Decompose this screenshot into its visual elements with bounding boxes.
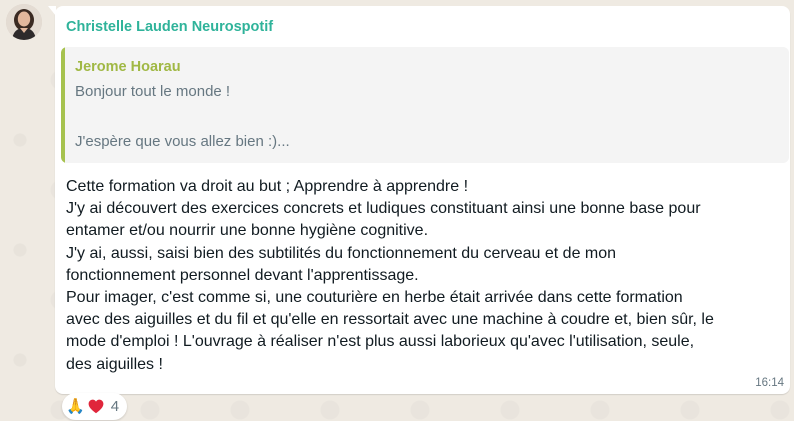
avatar[interactable] bbox=[6, 4, 42, 40]
quoted-message[interactable]: Jerome Hoarau Bonjour tout le monde ! J'… bbox=[61, 47, 789, 163]
message-line: Pour imager, c'est comme si, une couturi… bbox=[66, 289, 683, 307]
quote-bar bbox=[61, 47, 65, 163]
reactions-pill[interactable]: 🙏 4 bbox=[62, 393, 128, 420]
message-line: Cette formation va droit au but ; Appren… bbox=[66, 178, 469, 195]
quoted-author: Jerome Hoarau bbox=[75, 59, 181, 75]
quoted-text-line: Bonjour tout le monde ! bbox=[75, 83, 231, 100]
message-line: avec des aiguilles et du fil et qu'elle … bbox=[66, 311, 714, 329]
message-line: entamer et/ou nourrir une bonne hygiène … bbox=[66, 222, 429, 240]
sender-name[interactable]: Christelle Lauden Neurospotif bbox=[66, 19, 273, 35]
message-line: fonctionnement personnel devant l'appren… bbox=[66, 266, 419, 284]
message-line: mode d'emploi ! L'ouvrage à réaliser n'e… bbox=[66, 333, 695, 351]
bubble-tail bbox=[48, 6, 56, 16]
message-bubble[interactable]: Christelle Lauden Neurospotif Jerome Hoa… bbox=[48, 6, 790, 394]
message-line: J'y ai découvert des exercices concrets … bbox=[66, 200, 701, 218]
red-heart-icon bbox=[88, 399, 104, 414]
message-timestamp: 16:14 bbox=[755, 377, 784, 389]
message-line: des aiguilles ! bbox=[66, 355, 163, 373]
reaction-count: 4 bbox=[110, 398, 120, 415]
message-text: Cette formation va droit au but ; Appren… bbox=[66, 176, 781, 376]
folded-hands-icon: 🙏 bbox=[66, 397, 85, 415]
message-line: J'y ai, aussi, saisi bien des subtilités… bbox=[66, 244, 617, 262]
quoted-text-line: J'espère que vous allez bien :)... bbox=[75, 133, 290, 150]
avatar-image bbox=[6, 4, 42, 40]
